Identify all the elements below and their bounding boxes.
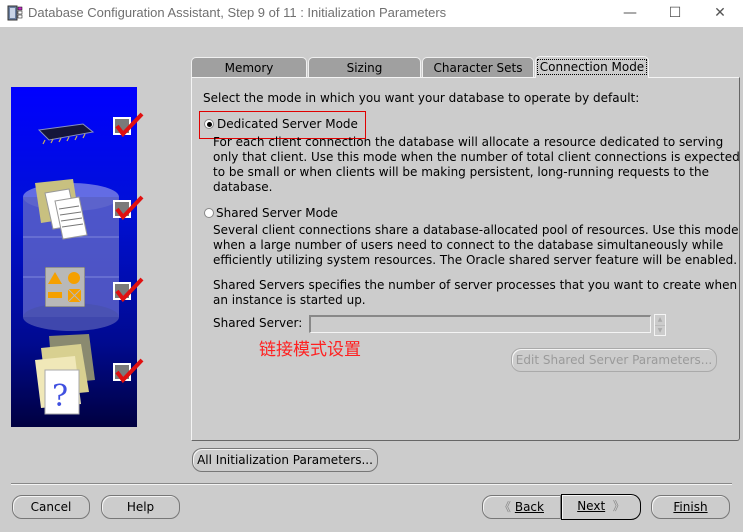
next-button[interactable]: Next 》 [561,494,641,520]
shared-server-field-label: Shared Server: [213,316,303,330]
minimize-icon: — [623,5,637,21]
dedicated-server-description: For each client connection the database … [213,135,740,194]
back-label: Back [514,500,544,514]
annotation-text: 链接模式设置 [259,340,361,360]
step-3-check-icon [113,277,144,303]
minimize-button[interactable]: — [607,0,653,27]
tab-character-sets-label: Character Sets [433,61,523,75]
svg-text:?: ? [52,379,68,414]
dedicated-server-label[interactable]: Dedicated Server Mode [217,117,358,132]
help-button[interactable]: Help [101,495,180,519]
app-icon [7,5,23,21]
close-button[interactable]: ✕ [697,0,743,27]
memory-chip-icon [37,123,95,145]
finish-label: Finish [673,500,708,514]
shared-server-input[interactable] [309,315,651,333]
step-1-check-icon [113,112,144,138]
shapes-icon [45,267,85,307]
back-button[interactable]: 《 Back [482,495,561,519]
edit-shared-server-parameters-button[interactable]: Edit Shared Server Parameters... [511,348,717,372]
step-2-check-icon [113,195,144,221]
footer-separator [11,483,732,485]
shared-server-radio[interactable] [204,208,214,218]
help-document-icon: ? [35,334,95,415]
shared-server-label[interactable]: Shared Server Mode [216,206,338,221]
shared-server-description: Several client connections share a datab… [213,223,739,267]
step-4-check-icon [113,358,144,384]
maximize-button[interactable]: ☐ [652,0,698,27]
tab-memory-label: Memory [224,61,274,75]
maximize-icon: ☐ [668,5,682,21]
dedicated-server-radio[interactable] [204,119,214,129]
tab-memory[interactable]: Memory [191,57,307,77]
shared-servers-note: Shared Servers specifies the number of s… [213,278,738,307]
close-icon: ✕ [714,5,726,21]
tab-sizing-label: Sizing [346,61,383,75]
tab-connection-mode-label: Connection Mode [536,59,648,75]
title-bar: Database Configuration Assistant, Step 9… [0,0,743,27]
next-arrow-icon: 》 [608,499,625,513]
all-initialization-parameters-button[interactable]: All Initialization Parameters... [192,448,378,472]
next-label: Next [577,499,606,513]
back-arrow-icon: 《 [499,500,512,514]
spinner-down-icon[interactable]: ▼ [655,326,665,336]
tab-connection-mode[interactable]: Connection Mode [535,56,649,78]
intro-text: Select the mode in which you want your d… [203,91,640,105]
shared-server-spinner[interactable]: ▲ ▼ [654,314,666,336]
cancel-button[interactable]: Cancel [12,495,90,519]
tab-sizing[interactable]: Sizing [308,57,421,77]
window-title: Database Configuration Assistant, Step 9… [28,5,447,20]
document-folder-icon [35,179,88,240]
tab-character-sets[interactable]: Character Sets [422,57,534,77]
spinner-up-icon[interactable]: ▲ [655,315,665,326]
finish-button[interactable]: Finish [651,495,730,519]
